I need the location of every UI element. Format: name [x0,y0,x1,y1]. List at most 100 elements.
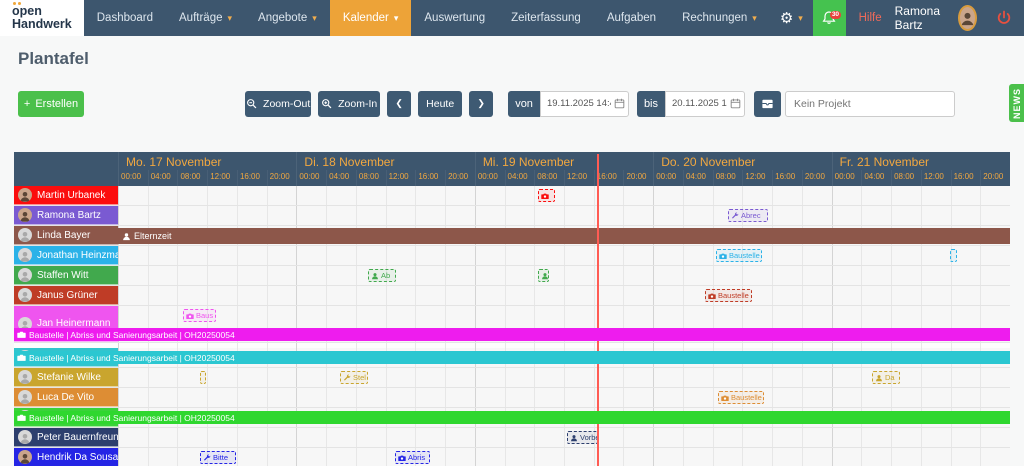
person-icon [19,452,31,464]
project-strip[interactable]: Baustelle | Abriss und Sanierungsarbeit … [14,328,1010,341]
event-baustelle[interactable]: Baustelle [718,391,764,404]
nav-item-rechnungen[interactable]: Rechnungen▾ [669,0,770,36]
plantafel-app: open Handwerk DashboardAufträge▾Angebote… [0,0,1024,466]
hour-tick: 16:00 [951,170,981,186]
event-baustelle[interactable]: Baustelle [705,289,752,302]
today-button[interactable]: Heute [418,91,462,117]
zoom-out-button[interactable]: Zoom-Out [245,91,311,117]
event-bitte[interactable]: Bitte [200,451,236,464]
magnifier-minus-icon [246,98,258,110]
nav-item-zeiterfassung[interactable]: Zeiterfassung [498,0,594,36]
event-baustelle[interactable]: Baustelle [716,249,762,262]
avatar [18,450,32,464]
event-vorbe[interactable]: Vorbe [567,431,598,444]
employee-jonathan-heinzmann[interactable]: Jonathan Heinzmann [14,246,118,265]
create-button[interactable]: + Erstellen [18,91,84,117]
timeline-lane-martin-urbanek[interactable] [118,186,1010,205]
row-marcus-wahn: Marcus WahnBaustelle | Abriss und Sanier… [14,348,1010,368]
timeline-lane-ramona-bartz[interactable]: Abrec [118,206,1010,225]
day-label: Mi. 19 November [476,152,653,170]
employee-janus-gr-ner[interactable]: Janus Grüner [14,286,118,305]
chevron-down-icon: ▾ [752,13,757,24]
camera-icon [721,394,729,402]
event-x[interactable] [538,189,555,202]
project-search-input[interactable] [785,91,955,117]
zoom-in-label: Zoom-In [338,98,377,110]
nav-item-kalender[interactable]: Kalender▾ [330,0,412,36]
person-icon [19,432,31,444]
event-x[interactable] [200,371,206,384]
row-peter-bauernfreund: Peter Bauernfreund Vorbe [14,428,1010,448]
employee-luca-de-vito[interactable]: Luca De Vito [14,388,118,407]
from-group: von [508,91,629,117]
event-ab[interactable]: Ab [368,269,396,282]
event-x[interactable] [950,249,957,262]
nav-item-dashboard[interactable]: Dashboard [84,0,166,36]
absence-bar-elternzeit[interactable]: Elternzeit [118,228,1010,244]
row-hendrik-da-sousa: Hendrik Da Sousa Bitte Abris [14,448,1010,466]
hour-ticks: 00:0004:0008:0012:0016:0020:00 [654,170,831,186]
archive-box-icon [761,97,774,110]
event-abrec[interactable]: Abrec [728,209,768,222]
zoom-out-label: Zoom-Out [263,98,310,110]
timeline-lane-linda-bayer[interactable]: Elternzeit [118,226,1010,245]
employee-name: Linda Bayer [37,230,90,241]
employee-name: Ramona Bartz [37,210,101,221]
chevron-down-icon: ▾ [394,13,399,24]
hour-tick: 00:00 [476,170,505,186]
event-abris[interactable]: Abris [395,451,430,464]
event-x[interactable] [538,269,549,282]
hour-tick: 00:00 [297,170,326,186]
news-tab[interactable]: NEWS [1009,84,1024,122]
day-label: Di. 18 November [297,152,474,170]
timeline-lane-janus-gr-ner[interactable]: Baustelle [118,286,1010,305]
employee-hendrik-da-sousa[interactable]: Hendrik Da Sousa [14,448,118,466]
day-header-mi-19-november: Mi. 19 November 00:0004:0008:0012:0016:0… [475,152,653,186]
person-icon [371,272,379,280]
calendar-icon[interactable] [730,98,741,109]
nav-item-aufgaben[interactable]: Aufgaben [594,0,669,36]
calendar-icon[interactable] [614,98,625,109]
next-button[interactable]: ❯ [469,91,493,117]
timeline-lane-luca-de-vito[interactable]: Baustelle [118,388,1010,407]
employee-stefanie-wilke[interactable]: Stefanie Wilke [14,368,118,387]
timeline-lane-stefanie-wilke[interactable]: Stel Da [118,368,1010,387]
nav-item-auswertung[interactable]: Auswertung [411,0,498,36]
hour-tick: 12:00 [564,170,594,186]
avatar [18,248,32,262]
notifications-button[interactable]: 30 [813,0,846,36]
event-label: Baustelle [731,393,762,402]
timeline-lane-hendrik-da-sousa[interactable]: Bitte Abris [118,448,1010,466]
prev-button[interactable]: ❮ [387,91,411,117]
project-filter-button[interactable] [754,91,781,117]
user-name[interactable]: Ramona Bartz [895,4,947,32]
timeline-lane-jonathan-heinzmann[interactable]: Baustelle [118,246,1010,265]
employee-peter-bauernfreund[interactable]: Peter Bauernfreund [14,428,118,447]
zoom-in-button[interactable]: Zoom-In [318,91,380,117]
user-avatar[interactable] [958,5,977,31]
project-strip[interactable]: Baustelle | Abriss und Sanierungsarbeit … [14,351,1010,364]
nav-item-angebote[interactable]: Angebote▾ [245,0,330,36]
employee-martin-urbanek[interactable]: Martin Urbanek [14,186,118,205]
row-linda-bayer: Linda Bayer Elternzeit [14,226,1010,246]
logout-button[interactable] [996,10,1012,26]
project-strip[interactable]: Baustelle | Abriss und Sanierungsarbeit … [14,411,1010,424]
timeline-lane-peter-bauernfreund[interactable]: Vorbe [118,428,1010,447]
avatar [18,228,32,242]
camera-icon [719,252,727,260]
chevron-down-icon: ▾ [798,13,803,24]
avatar [18,188,32,202]
day-header-do-20-november: Do. 20 November 00:0004:0008:0012:0016:0… [653,152,831,186]
employee-linda-bayer[interactable]: Linda Bayer [14,226,118,245]
settings-menu[interactable]: ⚙ ▾ [770,0,813,36]
event-da[interactable]: Da [872,371,900,384]
employee-staffen-witt[interactable]: Staffen Witt [14,266,118,285]
employee-ramona-bartz[interactable]: Ramona Bartz [14,206,118,225]
timeline-lane-staffen-witt[interactable]: Ab [118,266,1010,285]
event-baus[interactable]: Baus [183,309,216,322]
app-logo[interactable]: open Handwerk [0,0,84,36]
nav-item-hilfe[interactable]: Hilfe [846,0,895,36]
nav-item-auftr-ge[interactable]: Aufträge▾ [166,0,245,36]
event-label: Stel [353,373,366,382]
event-stel[interactable]: Stel [340,371,368,384]
